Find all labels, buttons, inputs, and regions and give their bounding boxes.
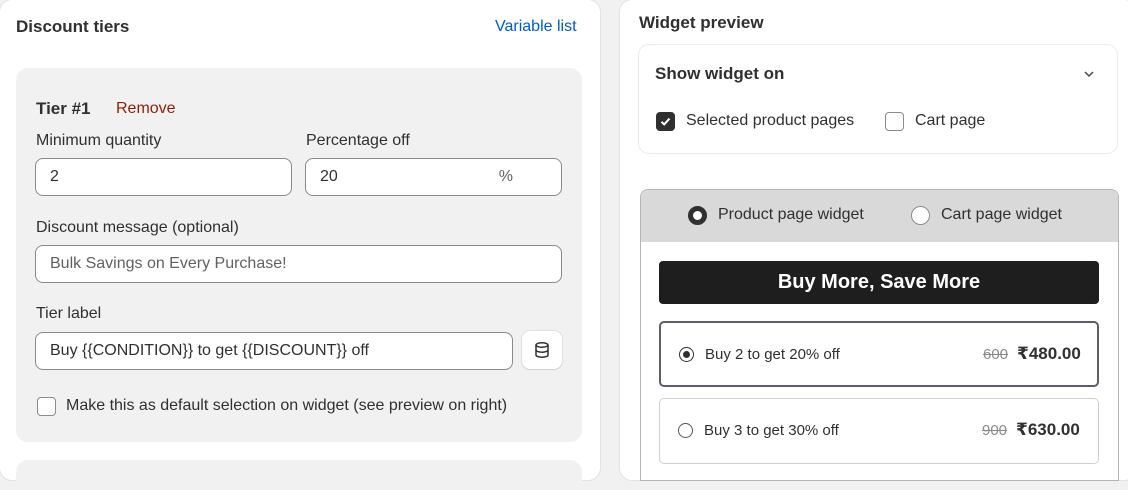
chevron-down-icon[interactable] [1082,67,1096,81]
widget-preview-frame: Product page widget Cart page widget Buy… [640,189,1119,481]
tier-option-old-price: 600 [983,346,1009,363]
selected-product-pages-checkbox[interactable] [656,112,675,131]
min-qty-input[interactable]: 2 [35,158,292,196]
tier-option[interactable]: Buy 2 to get 20% off 600 ₹480.00 [659,321,1099,387]
tab-product-page-widget[interactable]: Product page widget [718,206,864,224]
database-icon [535,342,549,358]
min-qty-value: 2 [50,168,59,185]
tier-option-old-price: 900 [982,422,1008,439]
tier-label-label: Tier label [36,305,102,322]
tier-option[interactable]: Buy 3 to get 30% off 900 ₹630.00 [659,398,1099,464]
show-widget-on-section [639,45,1117,153]
tier-label-input[interactable]: Buy {{CONDITION}} to get {{DISCOUNT}} of… [35,332,513,370]
default-selection-checkbox[interactable] [37,397,56,416]
checkmark-icon [660,117,671,126]
cart-page-widget-radio[interactable] [911,206,930,225]
discount-tiers-title: Discount tiers [16,17,130,36]
tier-option-label: Buy 2 to get 20% off [705,346,840,363]
cart-page-label: Cart page [915,112,986,129]
tier-panel-next [16,460,582,490]
message-input[interactable]: Bulk Savings on Every Purchase! [35,245,562,283]
variables-button[interactable] [522,331,562,369]
message-placeholder: Bulk Savings on Every Purchase! [50,255,287,272]
tier-title: Tier #1 [36,99,91,118]
selected-product-pages-label: Selected product pages [686,112,855,129]
pct-off-value: 20 [320,168,338,185]
tab-cart-page-widget[interactable]: Cart page widget [941,206,1062,224]
default-selection-label: Make this as default selection on widget… [66,397,508,414]
variable-list-link[interactable]: Variable list [495,18,577,36]
product-page-widget-radio[interactable] [688,206,707,225]
widget-preview-title: Widget preview [639,13,764,32]
pct-off-label: Percentage off [306,132,410,149]
show-widget-on-label: Show widget on [655,64,785,83]
min-qty-label: Minimum quantity [36,132,162,149]
buy-more-banner: Buy More, Save More [659,261,1099,304]
tier-option-radio[interactable] [679,347,694,362]
cart-page-checkbox[interactable] [885,112,904,131]
pct-off-input[interactable]: 20 % [305,158,562,196]
tier-option-price: ₹630.00 [1016,420,1080,439]
percent-suffix: % [498,168,513,185]
tier-option-price: ₹480.00 [1017,344,1081,363]
preview-tabs: Product page widget Cart page widget [641,190,1118,242]
tier-option-radio[interactable] [678,423,693,438]
message-label: Discount message (optional) [36,219,239,236]
remove-tier-button[interactable]: Remove [116,100,176,118]
tier-option-label: Buy 3 to get 30% off [704,422,839,439]
tier-label-value: Buy {{CONDITION}} to get {{DISCOUNT}} of… [50,342,369,359]
